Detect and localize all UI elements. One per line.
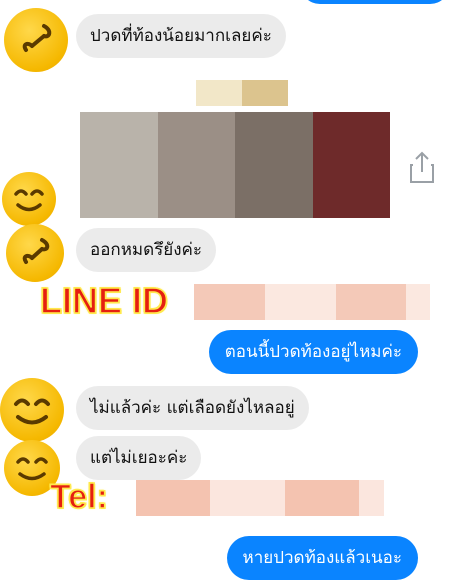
share-icon[interactable] xyxy=(408,150,436,184)
pixel-cell xyxy=(286,138,313,165)
pixel-cell xyxy=(194,284,218,320)
pixel-cell xyxy=(364,191,390,218)
message-incoming[interactable]: ออกหมดรึยังค่ะ xyxy=(76,228,217,272)
pixel-cell xyxy=(359,284,383,320)
pixel-cell xyxy=(235,112,261,139)
line-id-label: LINE ID xyxy=(39,279,169,322)
pixel-cell xyxy=(288,284,312,320)
pixel-cell xyxy=(312,138,339,165)
pixel-cell xyxy=(286,112,313,139)
pixel-cell xyxy=(183,112,210,139)
pixel-cell xyxy=(105,165,132,192)
message-incoming[interactable]: ไม่แล้วค่ะ แต่เลือดยังไหลอยู่ xyxy=(76,386,309,430)
pixel-cell xyxy=(312,112,339,139)
pixel-cell xyxy=(105,138,132,165)
pixel-cell xyxy=(406,284,430,320)
pixel-cell xyxy=(209,191,235,218)
pixel-cell xyxy=(338,112,365,139)
pixel-cell xyxy=(235,191,261,218)
pixel-cell xyxy=(272,80,288,106)
pixel-cell xyxy=(217,284,242,320)
call-me-emoji-icon xyxy=(4,8,68,72)
pixel-cell xyxy=(157,165,184,192)
pixel-cell xyxy=(157,191,184,218)
pixel-cell xyxy=(260,138,287,165)
pixel-cell xyxy=(241,80,258,106)
pixel-cell xyxy=(364,165,390,192)
pixel-cell xyxy=(211,80,227,106)
pixel-cell xyxy=(131,165,158,192)
message-outgoing[interactable]: หายปวดท้องแล้วเนอะ xyxy=(226,536,418,580)
pixel-cell xyxy=(105,112,132,139)
pixel-cell xyxy=(157,112,184,139)
pixel-cell xyxy=(131,191,158,218)
pixel-cell xyxy=(131,138,158,165)
pixel-cell xyxy=(235,165,261,192)
pixel-cell xyxy=(312,191,339,218)
pixel-cell xyxy=(157,138,184,165)
message-incoming[interactable]: แต่ไม่เยอะค่ะ xyxy=(76,436,202,480)
pixel-cell xyxy=(286,165,313,192)
redacted-phone-number xyxy=(136,480,384,516)
pixel-cell xyxy=(338,165,365,192)
pixel-cell xyxy=(80,191,106,218)
pixel-cell xyxy=(359,480,384,516)
redacted-caption xyxy=(196,80,288,106)
pixel-cell xyxy=(312,165,339,192)
pixel-cell xyxy=(210,480,236,516)
pixel-cell xyxy=(309,480,335,516)
pixel-cell xyxy=(209,165,235,192)
outgoing-bubble-partial xyxy=(300,0,450,4)
pixel-cell xyxy=(257,80,273,106)
pixel-cell xyxy=(183,138,210,165)
pixel-cell xyxy=(185,480,211,516)
pixel-cell xyxy=(286,191,313,218)
pixel-cell xyxy=(235,480,260,516)
pixel-cell xyxy=(183,191,210,218)
pixel-cell xyxy=(209,112,235,139)
pixelated-photo xyxy=(80,112,390,218)
message-incoming[interactable]: ปวดที่ท้องน้อยมากเลยค่ะ xyxy=(76,14,286,58)
smiling-emoji-icon xyxy=(0,378,64,442)
pixel-cell xyxy=(338,138,365,165)
redacted-line-id xyxy=(194,284,430,320)
pixel-cell xyxy=(260,112,287,139)
pixel-cell xyxy=(105,191,132,218)
pixel-cell xyxy=(183,165,210,192)
pixel-cell xyxy=(335,284,360,320)
redacted-image[interactable] xyxy=(80,112,390,218)
pixel-cell xyxy=(235,138,261,165)
pixel-cell xyxy=(226,80,242,106)
pixel-cell xyxy=(364,112,390,139)
pixel-cell xyxy=(260,165,287,192)
pixel-cell xyxy=(241,284,265,320)
pixel-cell xyxy=(312,284,336,320)
pixel-cell xyxy=(136,480,161,516)
pixel-cell xyxy=(80,112,106,139)
pixel-cell xyxy=(284,480,310,516)
pixel-cell xyxy=(80,138,106,165)
pixel-cell xyxy=(264,284,289,320)
pixel-cell xyxy=(160,480,186,516)
pixel-cell xyxy=(209,138,235,165)
pixel-cell xyxy=(382,284,407,320)
call-me-emoji-icon xyxy=(6,224,64,282)
pixel-cell xyxy=(131,112,158,139)
pixel-cell xyxy=(80,165,106,192)
pixel-cell xyxy=(259,480,285,516)
smiling-emoji-icon xyxy=(2,172,56,226)
pixel-cell xyxy=(334,480,360,516)
pixel-cell xyxy=(196,80,212,106)
tel-label: Tel: xyxy=(49,477,108,517)
pixel-cell xyxy=(364,138,390,165)
pixel-cell xyxy=(260,191,287,218)
message-outgoing[interactable]: ตอนนี้ปวดท้องอยู่ไหมค่ะ xyxy=(208,330,418,374)
pixel-cell xyxy=(338,191,365,218)
